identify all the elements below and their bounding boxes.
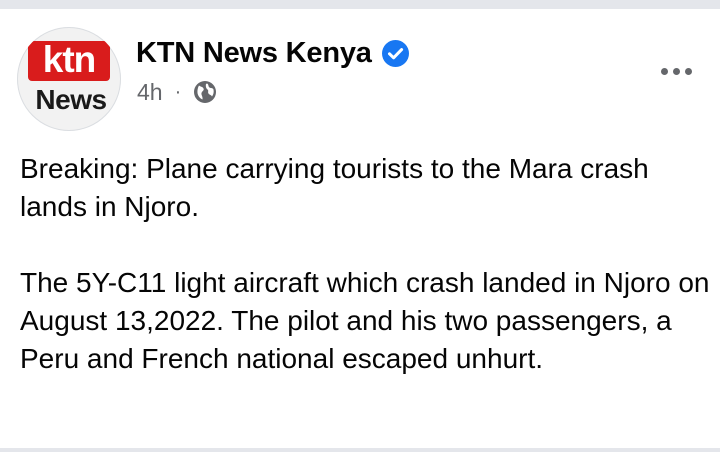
post-timestamp[interactable]: 4h	[137, 79, 163, 106]
avatar-logo-ktn: ktn	[28, 41, 110, 81]
feed-divider	[0, 0, 720, 9]
avatar[interactable]: ktn News	[17, 27, 121, 131]
page-name[interactable]: KTN News Kenya	[136, 37, 372, 70]
post-header: ktn News KTN News Kenya 4h ·	[0, 9, 720, 139]
post-meta: 4h ·	[137, 77, 217, 107]
post-bottom-divider	[0, 448, 720, 452]
post-text-paragraph-2: The 5Y-C11 light aircraft which crash la…	[20, 267, 710, 374]
author-row: KTN News Kenya	[136, 35, 409, 71]
post-text: Breaking: Plane carrying tourists to the…	[20, 150, 710, 378]
meta-separator: ·	[174, 80, 182, 103]
verified-badge-icon	[381, 39, 409, 67]
more-options-button[interactable]	[650, 61, 702, 81]
post-text-paragraph-1: Breaking: Plane carrying tourists to the…	[20, 153, 649, 222]
avatar-logo-news: News	[35, 84, 107, 115]
globe-icon[interactable]	[193, 80, 217, 104]
more-options-icon	[660, 67, 668, 75]
